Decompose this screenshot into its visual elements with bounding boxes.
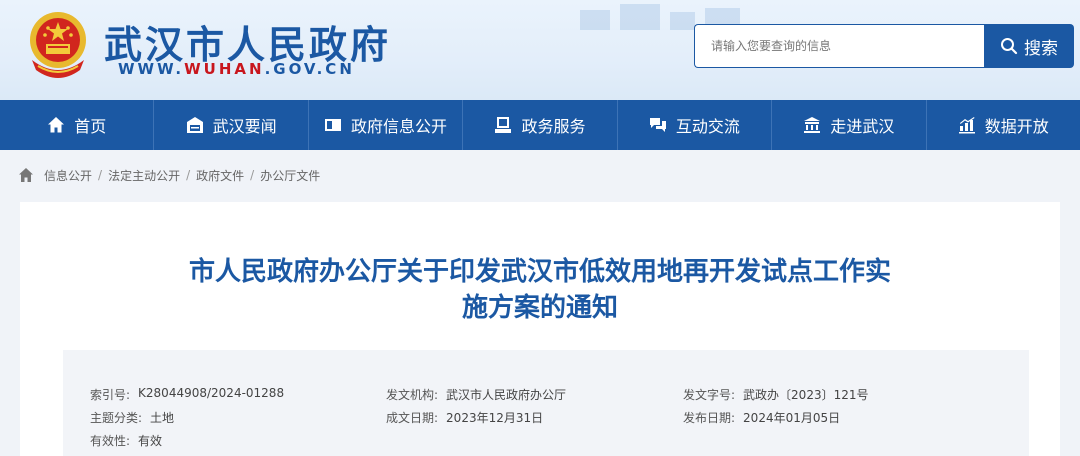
nav-item-gov-service[interactable]: 政务服务 xyxy=(463,100,618,150)
breadcrumb-separator: / xyxy=(186,168,191,182)
meta-published: 发布日期: 2024年01月05日 xyxy=(683,409,840,426)
nav-item-label: 数据开放 xyxy=(984,117,1049,136)
breadcrumb-separator: / xyxy=(98,168,103,182)
breadcrumb: 信息公开 / 法定主动公开 / 政府文件 / 办公厅文件 xyxy=(18,166,320,184)
meta-validity: 有效性: 有效 xyxy=(90,432,162,449)
nav-item-gov-info[interactable]: 政府信息公开 xyxy=(309,100,464,150)
meta-label: 发文机构: xyxy=(386,388,439,402)
chart-icon xyxy=(958,117,975,134)
nav-item-label: 政务服务 xyxy=(521,117,586,136)
nav-item-interaction[interactable]: 互动交流 xyxy=(618,100,773,150)
site-header: 武汉市人民政府 WWW.WUHAN.GOV.CN 请输入您要查询的信息 搜索 xyxy=(0,0,1080,100)
home-icon[interactable] xyxy=(18,167,34,183)
meta-value: 土地 xyxy=(150,411,175,425)
meta-created: 成文日期: 2023年12月31日 xyxy=(386,409,543,426)
meta-label: 发文字号: xyxy=(683,388,736,402)
search-icon xyxy=(1001,38,1018,55)
meta-value: 武汉市人民政府办公厅 xyxy=(446,388,567,402)
nav-item-label: 武汉要闻 xyxy=(212,117,277,136)
nav-item-open-data[interactable]: 数据开放 xyxy=(927,100,1080,150)
meta-value: 武政办〔2023〕121号 xyxy=(743,388,869,402)
nav-item-wuhan-news[interactable]: 武汉要闻 xyxy=(154,100,309,150)
nav-item-label: 首页 xyxy=(74,117,107,136)
meta-label: 有效性: xyxy=(90,434,131,448)
info-card-icon xyxy=(325,119,342,131)
document-metadata: 索引号: K28044908/2024-01288 发文机构: 武汉市人民政府办… xyxy=(63,350,1029,456)
meta-label: 发布日期: xyxy=(683,411,736,425)
home-icon xyxy=(48,117,65,133)
nav-item-home[interactable]: 首页 xyxy=(0,100,155,150)
meta-value: K28044908/2024-01288 xyxy=(138,386,285,400)
meta-doc-no: 发文字号: 武政办〔2023〕121号 xyxy=(683,386,869,403)
article-title-line: 施方案的通知 xyxy=(461,293,618,323)
meta-topic: 主题分类: 土地 xyxy=(90,409,174,426)
building-icon xyxy=(804,117,821,133)
article-title-line: 市人民政府办公厅关于印发武汉市低效用地再开发试点工作实 xyxy=(188,257,891,287)
search-input[interactable]: 请输入您要查询的信息 xyxy=(694,24,984,68)
url-highlight: WUHAN xyxy=(184,60,265,78)
search-button-label: 搜索 xyxy=(1024,38,1058,59)
article-card: 市人民政府办公厅关于印发武汉市低效用地再开发试点工作实 施方案的通知 索引号: … xyxy=(20,202,1060,456)
meta-index: 索引号: K28044908/2024-01288 xyxy=(90,386,284,403)
url-prefix: WWW. xyxy=(118,60,185,78)
meta-value: 2023年12月31日 xyxy=(446,411,544,425)
nav-item-about-wuhan[interactable]: 走进武汉 xyxy=(772,100,927,150)
meta-value: 有效 xyxy=(138,434,163,448)
main-nav: 首页 武汉要闻 政府信息公开 政务服务 互动交流 走进武汉 数据开放 xyxy=(0,100,1080,150)
breadcrumb-item[interactable]: 办公厅文件 xyxy=(260,167,320,184)
breadcrumb-item[interactable]: 政府文件 xyxy=(196,167,244,184)
article-title: 市人民政府办公厅关于印发武汉市低效用地再开发试点工作实 施方案的通知 xyxy=(60,254,1020,326)
news-icon xyxy=(186,117,203,133)
meta-label: 索引号: xyxy=(90,388,131,402)
service-icon xyxy=(495,117,512,133)
meta-value: 2024年01月05日 xyxy=(743,411,841,425)
search-button[interactable]: 搜索 xyxy=(984,24,1074,68)
nav-item-label: 互动交流 xyxy=(675,117,740,136)
meta-label: 成文日期: xyxy=(386,411,439,425)
nav-item-label: 政府信息公开 xyxy=(351,117,448,136)
national-emblem-icon xyxy=(30,12,86,78)
meta-issuer: 发文机构: 武汉市人民政府办公厅 xyxy=(386,386,566,403)
url-suffix: .GOV.CN xyxy=(264,60,355,78)
site-url[interactable]: WWW.WUHAN.GOV.CN xyxy=(118,60,355,78)
breadcrumb-item[interactable]: 法定主动公开 xyxy=(108,167,180,184)
nav-item-label: 走进武汉 xyxy=(830,117,895,136)
breadcrumb-separator: / xyxy=(250,168,255,182)
meta-label: 主题分类: xyxy=(90,411,143,425)
breadcrumb-item[interactable]: 信息公开 xyxy=(44,167,92,184)
chat-icon xyxy=(649,118,666,132)
